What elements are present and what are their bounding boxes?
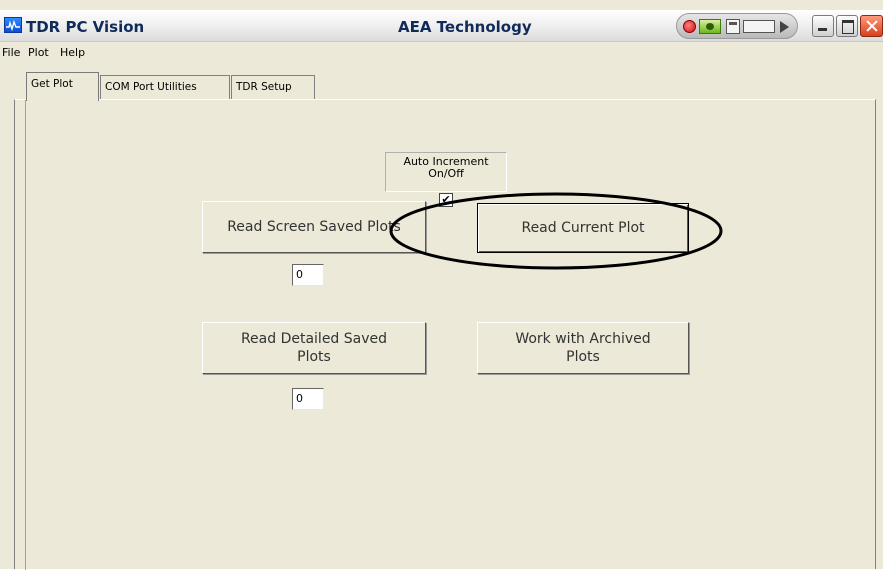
button-label-line2: Plots [566, 349, 600, 365]
read-current-plot-button[interactable]: Read Current Plot [477, 203, 689, 253]
tab-tdr-setup[interactable]: TDR Setup [231, 75, 315, 100]
read-screen-saved-plots-button[interactable]: Read Screen Saved Plots [202, 201, 426, 253]
tab-get-plot[interactable]: Get Plot [26, 72, 99, 101]
button-label: Work with Archived Plots [515, 330, 650, 366]
tab-label: Get Plot [31, 78, 73, 90]
record-icon[interactable] [683, 20, 696, 33]
tray-window-icon[interactable] [726, 19, 740, 34]
tab-label: COM Port Utilities [105, 81, 197, 93]
tray-wide-window-icon[interactable] [743, 20, 775, 33]
menu-help[interactable]: Help [60, 46, 85, 59]
minimize-button[interactable] [812, 15, 834, 37]
company-title: AEA Technology [398, 18, 532, 36]
tab-com-port-utilities[interactable]: COM Port Utilities [100, 75, 230, 100]
auto-increment-onoff-label: On/Off [428, 167, 464, 180]
app-window: TDR PC Vision AEA Technology File Plot H… [0, 0, 883, 570]
menu-bar: File Plot Help [0, 43, 883, 64]
work-with-archived-plots-button[interactable]: Work with Archived Plots [477, 322, 689, 374]
button-label: Read Current Plot [521, 220, 645, 236]
button-label-line1: Work with Archived [515, 331, 651, 347]
maximize-button[interactable] [836, 15, 858, 37]
screen-saved-count-field[interactable]: 0 [292, 264, 324, 286]
tray-play-icon[interactable] [780, 21, 789, 33]
tray-eye-icon[interactable] [699, 19, 721, 34]
title-bar[interactable]: TDR PC Vision AEA Technology [0, 10, 883, 42]
button-label: Read Detailed Saved Plots [241, 330, 387, 366]
auto-increment-checkbox[interactable]: ✔ [439, 193, 453, 207]
button-label-line1: Read Detailed Saved [240, 331, 388, 347]
app-icon [4, 17, 22, 33]
menu-file[interactable]: File [2, 46, 20, 59]
button-label-line2: Plots [297, 349, 331, 365]
detailed-saved-count-field[interactable]: 0 [292, 388, 324, 410]
tray-toolbar [676, 13, 798, 39]
read-detailed-saved-plots-button[interactable]: Read Detailed Saved Plots [202, 322, 426, 374]
button-label: Read Screen Saved Plots [227, 219, 401, 235]
close-button[interactable] [860, 15, 883, 37]
menu-plot[interactable]: Plot [28, 46, 49, 59]
window-title: TDR PC Vision [26, 18, 145, 36]
tab-label: TDR Setup [236, 81, 292, 93]
auto-increment-group: Auto Increment On/Off [385, 152, 507, 192]
